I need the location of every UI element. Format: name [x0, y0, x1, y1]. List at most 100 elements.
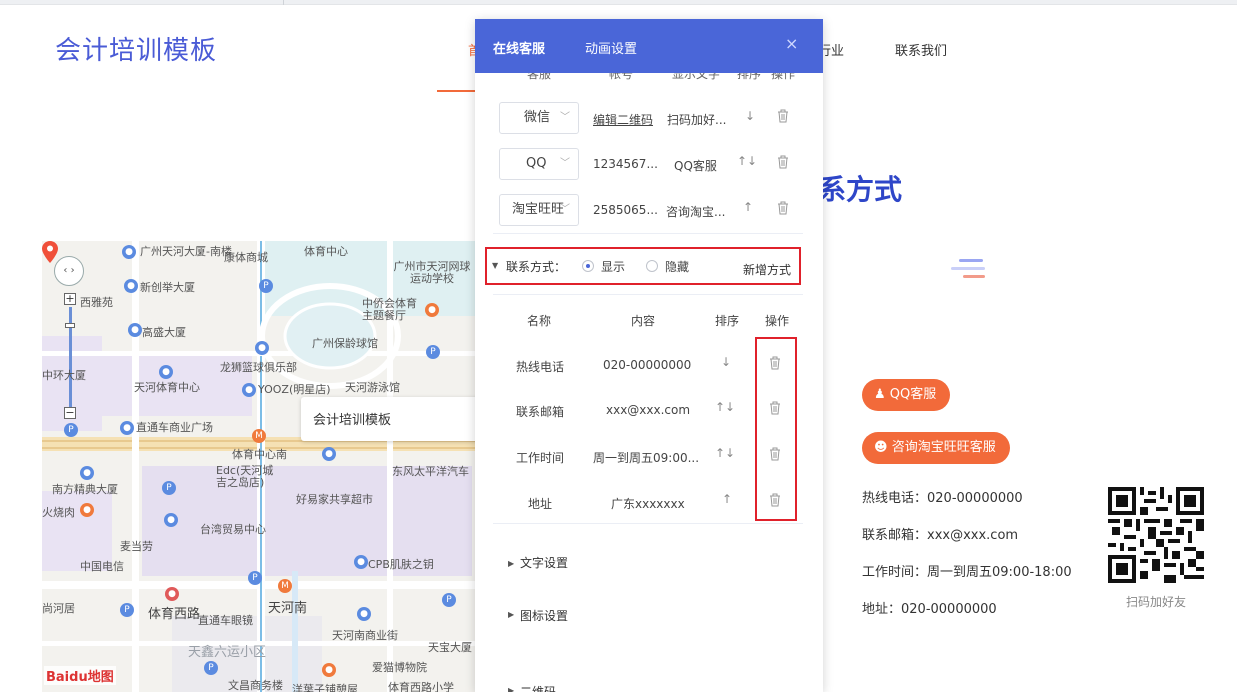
tab-animation-settings[interactable]: 动画设置 — [585, 38, 637, 57]
contact-name[interactable]: 工作时间 — [516, 449, 564, 466]
map-poi-icon[interactable]: ● — [164, 513, 178, 527]
baidu-map-logo[interactable]: Baidu地图 — [44, 666, 116, 685]
browser-top-strip — [0, 0, 1237, 5]
service-account-value[interactable]: 1234567... — [593, 157, 658, 171]
map-poi-icon[interactable]: ● — [322, 447, 336, 461]
contact-content[interactable]: 周一到周五09:00... — [593, 449, 699, 466]
sort-arrows[interactable]: ↑↓ — [715, 446, 735, 460]
contact-content[interactable]: 020-00000000 — [603, 358, 691, 372]
map-poi-icon[interactable]: ● — [425, 303, 439, 317]
service-type-select[interactable]: 淘宝旺旺 ﹀ — [499, 194, 579, 226]
map-poi-icon[interactable]: M — [278, 579, 292, 593]
section-icon-settings[interactable]: 图标设置 — [520, 607, 568, 624]
map-poi-icon[interactable]: ● — [128, 323, 142, 337]
zoom-slider-track[interactable] — [69, 307, 72, 407]
section-qrcode[interactable]: 二维码 — [520, 683, 556, 692]
taobao-service-button[interactable]: ☻ 咨询淘宝旺旺客服 — [862, 432, 1010, 464]
contact-line-hours: 工作时间：周一到周五09:00-18:00 — [862, 565, 1072, 580]
map-label: 直通车眼镜 — [198, 614, 253, 627]
section-text-settings[interactable]: 文字设置 — [520, 554, 568, 571]
baidu-map[interactable]: ‹ › + − 广州天河大厦-南楼 康体商城 体育中心 广州市天河网球运动学校 … — [42, 241, 477, 692]
zoom-slider-thumb[interactable] — [65, 323, 75, 328]
tab-online-service[interactable]: 在线客服 — [493, 38, 545, 57]
service-account-link[interactable]: 编辑二维码 — [593, 111, 653, 128]
service-type-select[interactable]: QQ ﹀ — [499, 148, 579, 180]
chevron-down-icon: ﹀ — [560, 204, 570, 215]
map-poi-icon[interactable]: P — [442, 593, 456, 607]
map-poi-icon[interactable]: ● — [80, 466, 94, 480]
map-label: 广州市天河网球运动学校 — [393, 260, 471, 285]
col-header-display: 显示文字 — [672, 73, 721, 81]
trash-icon[interactable] — [777, 201, 789, 215]
map-poi-icon[interactable]: ● — [122, 245, 136, 259]
map-poi-icon[interactable]: ● — [80, 503, 94, 517]
service-display-text[interactable]: QQ客服 — [674, 157, 717, 174]
map-label: 中侨会体育主题餐厅 — [362, 297, 417, 322]
sort-arrows[interactable]: ↓ — [721, 355, 731, 369]
map-poi-icon[interactable]: ● — [120, 421, 134, 435]
contact-content[interactable]: 广东xxxxxxx — [611, 495, 685, 512]
trash-icon[interactable] — [777, 109, 789, 123]
service-display-text[interactable]: 扫码加好... — [667, 111, 726, 128]
service-display-text[interactable]: 咨询淘宝... — [666, 203, 725, 220]
map-poi-icon[interactable]: ● — [255, 341, 269, 355]
map-poi-icon[interactable]: P — [162, 481, 176, 495]
nav-item-contact[interactable]: 联系我们 — [895, 40, 947, 59]
map-poi-icon[interactable]: ● — [124, 279, 138, 293]
service-type-select[interactable]: 微信 ﹀ — [499, 102, 579, 134]
caret-right-icon[interactable]: ▶ — [508, 559, 514, 568]
map-poi-icon[interactable]: ● — [159, 365, 173, 379]
map-poi-icon[interactable]: P — [64, 423, 78, 437]
map-poi-icon[interactable]: ● — [165, 587, 179, 601]
map-poi-icon[interactable]: P — [120, 603, 134, 617]
qr-code-image — [1108, 487, 1204, 583]
col-header-sort: 排序 — [737, 73, 762, 81]
contact-content[interactable]: xxx@xxx.com — [606, 403, 690, 417]
map-label: 南方精典大厦 — [52, 483, 118, 496]
sort-arrows[interactable]: ↑↓ — [737, 154, 757, 168]
sort-arrows[interactable]: ↑ — [743, 200, 753, 214]
sort-arrows[interactable]: ↑↓ — [715, 400, 735, 414]
map-label: 洋葉子铺憩屋 — [292, 683, 358, 692]
map-label: Edc(天河城吉之岛店) — [216, 464, 274, 489]
sort-arrows[interactable]: ↓ — [745, 109, 755, 123]
map-pan-control[interactable]: ‹ › — [54, 256, 84, 286]
map-info-popup[interactable]: 会计培训模板 — [301, 397, 477, 441]
map-label: 体育西路 — [148, 607, 201, 622]
map-poi-icon[interactable]: P — [204, 661, 218, 675]
trash-icon[interactable] — [777, 155, 789, 169]
sort-arrows[interactable]: ↑ — [722, 492, 732, 506]
map-poi-icon[interactable]: ● — [354, 555, 368, 569]
map-poi-icon[interactable]: P — [248, 571, 262, 585]
location-pin-icon[interactable] — [42, 241, 58, 263]
caret-right-icon[interactable]: ▶ — [508, 686, 514, 692]
close-icon[interactable]: × — [785, 34, 798, 53]
service-account-value[interactable]: 2585065... — [593, 203, 658, 217]
map-zoom-control[interactable]: + − — [64, 293, 76, 423]
map-poi-icon[interactable]: P — [426, 345, 440, 359]
map-label: 中国电信 — [80, 560, 124, 573]
qq-service-button[interactable]: ♟ QQ客服 — [862, 379, 951, 411]
map-label: 天河南商业街 — [332, 629, 398, 642]
section-title: 系方式 — [818, 173, 903, 206]
zoom-in-button[interactable]: + — [64, 293, 76, 305]
contact-name[interactable]: 热线电话 — [516, 358, 564, 375]
map-poi-icon[interactable]: P — [259, 279, 273, 293]
panel-header: 在线客服 动画设置 × — [475, 19, 823, 73]
map-label: 高盛大厦 — [142, 326, 186, 339]
zoom-out-button[interactable]: − — [64, 407, 76, 419]
caret-right-icon[interactable]: ▶ — [508, 610, 514, 619]
contact-name[interactable]: 地址 — [528, 495, 552, 512]
map-poi-icon[interactable]: ● — [357, 607, 371, 621]
map-label: CPB肌肤之钥 — [368, 558, 434, 571]
map-label: YOOZ(明星店) — [258, 383, 331, 396]
map-poi-icon[interactable]: ● — [242, 383, 256, 397]
map-label: 新创举大厦 — [140, 281, 195, 294]
map-poi-icon[interactable]: ● — [322, 663, 336, 677]
customer-service-settings-panel[interactable]: 在线客服 动画设置 × 客服 帐号 显示文字 排序 操作 微信 ﹀ 编辑二维码 扫… — [475, 19, 823, 692]
contact-name[interactable]: 联系邮箱 — [516, 403, 564, 420]
site-title[interactable]: 会计培训模板 — [55, 30, 217, 67]
highlight-delete-column — [755, 337, 797, 521]
map-label: 文昌商务楼 — [228, 679, 283, 692]
map-poi-icon[interactable]: M — [252, 429, 266, 443]
